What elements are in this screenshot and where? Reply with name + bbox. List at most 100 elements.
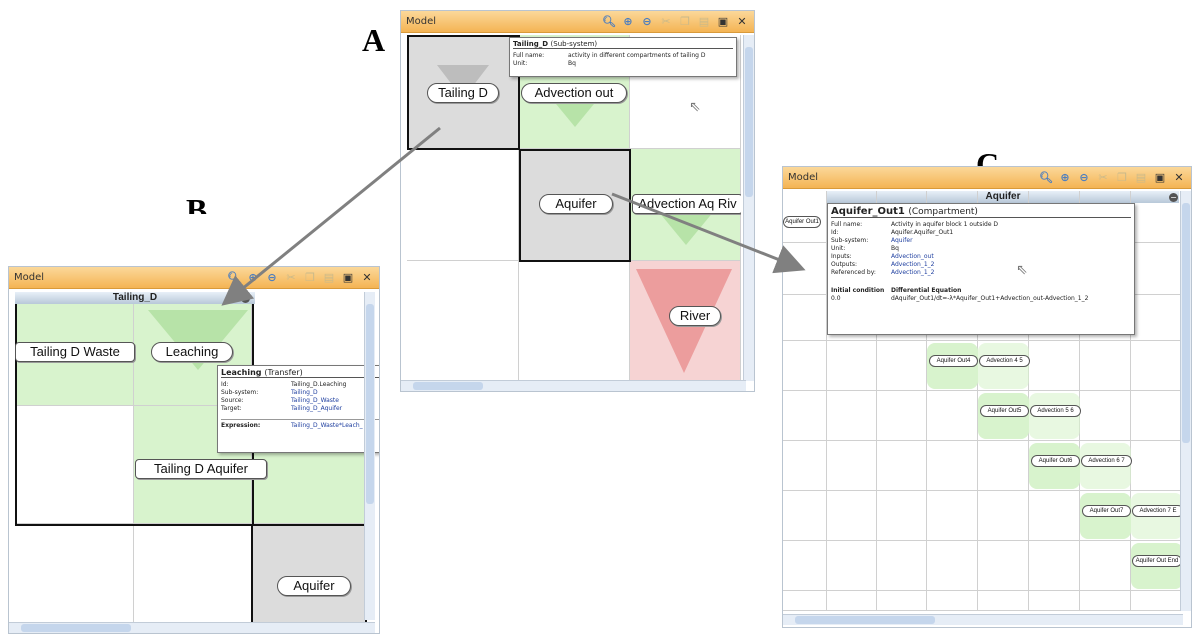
tooltip-value[interactable]: Tailing_D_Aquifer [291,405,342,413]
tooltip-value[interactable]: Tailing_D_Waste [291,397,339,405]
cut-icon[interactable]: ✂ [658,11,674,33]
horizontal-scrollbar[interactable] [401,380,746,391]
tooltip-value: Bq [891,245,899,252]
node-aquifer[interactable]: Aquifer [277,576,351,596]
tooltip-value: Tailing_D_Waste*Leach_ [291,422,363,429]
node-aquifer-out7[interactable]: Aquifer Out7 [1082,505,1131,517]
window-titlebar[interactable]: Model 🔍︎ ⊕ ⊖ ✂ ❐ ▤ ▣ ✕ [9,267,379,289]
node-advection-4-5[interactable]: Advection 4 5 [979,355,1030,367]
node-advection-aq-riv[interactable]: Advection Aq Riv [632,194,741,214]
zoom-in-icon[interactable]: ⊕ [1057,167,1073,189]
horizontal-scrollbar[interactable] [9,622,375,633]
copy-icon[interactable]: ❐ [1114,167,1130,189]
cut-icon[interactable]: ✂ [283,267,299,289]
model-window-c[interactable]: Model 🔍︎ ⊕ ⊖ ✂ ❐ ▤ ▣ ✕ Aquifer − Aquifer… [782,166,1192,628]
node-advection-out[interactable]: Advection out [521,83,627,103]
subsystem-header[interactable]: Tailing_D [15,292,255,304]
scroll-thumb[interactable] [21,624,131,632]
tooltip-value: Tailing_D.Leaching [291,381,347,388]
tooltip-kind: (Sub-system) [550,40,598,48]
vertical-scrollbar[interactable] [1180,191,1191,611]
maximize-icon[interactable]: ▣ [715,11,731,33]
vertical-scrollbar[interactable] [364,292,375,620]
zoom-icon[interactable]: 🔍︎ [601,11,617,33]
node-aquifer-out5[interactable]: Aquifer Out5 [980,405,1029,417]
close-icon[interactable]: ✕ [734,11,750,33]
node-aquifer-out1[interactable]: Aquifer Out1 [783,216,821,228]
tooltip-key: Sub-system: [221,389,259,396]
node-advection-5-6[interactable]: Advection 5 6 [1030,405,1081,417]
node-tailing-d[interactable]: Tailing D [427,83,499,103]
node-aquifer-out6[interactable]: Aquifer Out6 [1031,455,1080,467]
model-grid: Tailing D Waste Leaching Tailing D Aquif… [15,304,367,624]
tooltip-value: Bq [568,60,576,67]
model-grid: Tailing D Advection out Aquifer Advectio… [407,35,741,381]
tooltip-value[interactable]: Advection_1_2 [891,269,934,277]
close-icon[interactable]: ✕ [1171,167,1187,189]
tooltip-key: Id: [831,229,839,236]
tooltip-title: Aquifer_Out1 [831,206,905,217]
tooltip-value: Activity in aquifer block 1 outside D [891,221,999,228]
tooltip-key: Source: [221,397,244,404]
paste-icon[interactable]: ▤ [1133,167,1149,189]
tooltip-key: Unit: [513,60,528,67]
zoom-out-icon[interactable]: ⊖ [1076,167,1092,189]
window-titlebar[interactable]: Model 🔍︎ ⊕ ⊖ ✂ ❐ ▤ ▣ ✕ [783,167,1191,189]
tooltip-key: Initial condition [831,287,885,294]
node-aquifer[interactable]: Aquifer [539,194,613,214]
window-titlebar[interactable]: Model 🔍︎ ⊕ ⊖ ✂ ❐ ▤ ▣ ✕ [401,11,754,33]
vertical-scrollbar[interactable] [743,35,754,381]
tooltip-tailing-d: Tailing_D (Sub-system) Full name: activit… [509,37,737,77]
node-aquifer-out-end[interactable]: Aquifer Out End [1132,555,1182,567]
tooltip-aquifer-out1: Aquifer_Out1 (Compartment) Full name: Act… [827,203,1135,335]
scroll-thumb[interactable] [1182,203,1190,443]
tooltip-value[interactable]: Advection_1_2 [891,261,934,269]
paste-icon[interactable]: ▤ [696,11,712,33]
maximize-icon[interactable]: ▣ [340,267,356,289]
scroll-thumb[interactable] [413,382,483,390]
close-icon[interactable]: ✕ [359,267,375,289]
model-window-a[interactable]: Model 🔍︎ ⊕ ⊖ ✂ ❐ ▤ ▣ ✕ Tailing D Advecti… [400,10,755,392]
scroll-thumb[interactable] [745,47,753,197]
scroll-thumb[interactable] [366,304,374,504]
mouse-cursor-icon: ⇖ [1016,262,1028,278]
tooltip-key: Outputs: [831,261,857,268]
collapse-icon[interactable]: − [241,294,250,303]
tooltip-value[interactable]: Aquifer [891,237,913,245]
tooltip-kind: (Transfer) [264,368,303,377]
panel-label-a: A [362,22,386,58]
node-advection-7-e[interactable]: Advection 7 E [1132,505,1183,517]
scroll-thumb[interactable] [795,616,935,624]
cut-icon[interactable]: ✂ [1095,167,1111,189]
copy-icon[interactable]: ❐ [677,11,693,33]
zoom-out-icon[interactable]: ⊖ [264,267,280,289]
tooltip-title: Tailing_D [513,40,549,48]
maximize-icon[interactable]: ▣ [1152,167,1168,189]
node-advection-6-7[interactable]: Advection 6 7 [1081,455,1132,467]
node-leaching[interactable]: Leaching [151,342,233,362]
zoom-in-icon[interactable]: ⊕ [620,11,636,33]
tooltip-kind: (Compartment) [908,207,978,217]
tooltip-key: Full name: [831,221,863,228]
transfer-arrow-shape [658,211,714,245]
zoom-icon[interactable]: 🔍︎ [1038,167,1054,189]
tooltip-value: Aquifer.Aquifer_Out1 [891,229,954,236]
horizontal-scrollbar[interactable] [783,614,1183,625]
tooltip-value[interactable]: Advection_out [891,253,934,261]
window-title: Model [406,16,437,27]
node-river[interactable]: River [669,306,721,326]
model-window-b[interactable]: Model 🔍︎ ⊕ ⊖ ✂ ❐ ▤ ▣ ✕ Tailing_D − Taili… [8,266,380,634]
tooltip-key: Full name: [513,52,545,59]
zoom-in-icon[interactable]: ⊕ [245,267,261,289]
tooltip-key: Sub-system: [831,237,869,244]
tooltip-value[interactable]: Tailing_D [291,389,318,397]
node-tailing-d-aquifer[interactable]: Tailing D Aquifer [135,459,267,479]
node-aquifer-out4[interactable]: Aquifer Out4 [929,355,978,367]
zoom-out-icon[interactable]: ⊖ [639,11,655,33]
tooltip-key: Target: [221,405,242,412]
node-tailing-d-waste[interactable]: Tailing D Waste [15,342,135,362]
copy-icon[interactable]: ❐ [302,267,318,289]
tooltip-value: dAquifer_Out1/dt=-λ*Aquifer_Out1+Advecti… [891,295,1089,302]
paste-icon[interactable]: ▤ [321,267,337,289]
zoom-icon[interactable]: 🔍︎ [226,267,242,289]
